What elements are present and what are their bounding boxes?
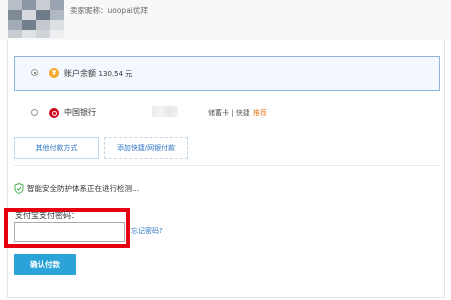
masked-card-number bbox=[152, 106, 178, 117]
balance-radio[interactable] bbox=[31, 69, 38, 76]
bank-icon bbox=[49, 108, 59, 118]
recommend-badge: 推荐 bbox=[253, 109, 267, 117]
seller-name: uoopai优拜 bbox=[107, 6, 148, 15]
balance-text: 账户余额 130.54 元 bbox=[64, 68, 132, 79]
security-status: 智能安全防护体系正在进行检测... bbox=[27, 184, 140, 193]
seller-avatar bbox=[8, 0, 64, 38]
shield-icon bbox=[14, 183, 24, 194]
password-label: 支付宝支付密码： bbox=[15, 211, 79, 220]
balance-label: 账户余额 bbox=[64, 69, 96, 78]
password-input[interactable] bbox=[14, 222, 125, 242]
forgot-password-link[interactable]: 忘记密码? bbox=[131, 226, 163, 236]
header-band bbox=[0, 0, 451, 40]
bank-name: 中国银行 bbox=[64, 108, 96, 117]
add-quick-payment-button[interactable]: 添加快捷/网银付款 bbox=[104, 137, 188, 159]
divider bbox=[14, 165, 440, 166]
bank-card-type: 储蓄卡 | 快捷 bbox=[208, 109, 250, 117]
seller-label: 卖家昵称： bbox=[70, 6, 108, 15]
confirm-payment-button[interactable]: 确认付款 bbox=[14, 254, 76, 275]
other-payment-methods-button[interactable]: 其他付款方式 bbox=[14, 137, 99, 159]
balance-amount: 130.54 元 bbox=[98, 70, 133, 78]
seller-info: 卖家昵称：uoopai优拜 bbox=[70, 5, 148, 16]
bank-radio[interactable] bbox=[31, 109, 38, 116]
coin-icon: ¥ bbox=[49, 68, 59, 78]
